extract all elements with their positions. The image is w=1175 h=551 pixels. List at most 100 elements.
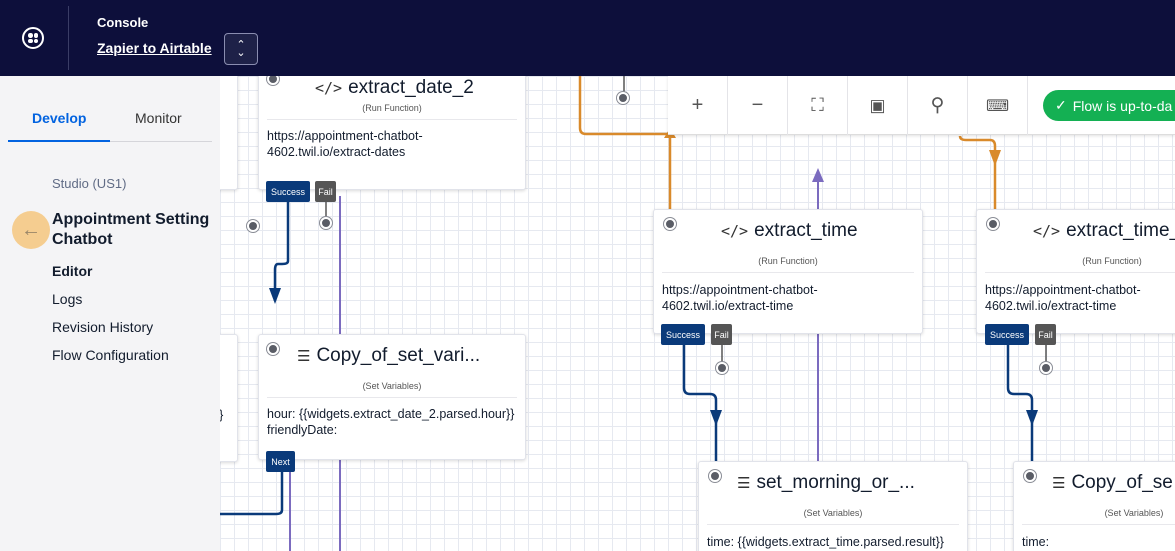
widget-title: </> extract_date_2 xyxy=(315,77,474,98)
console-label: Console xyxy=(97,15,149,30)
wire-success-time-2 xyxy=(1006,344,1034,461)
widget-partial-bottom-left[interactable]: }} xyxy=(220,334,238,462)
widget-input-dot[interactable] xyxy=(1024,470,1036,482)
flow-status-badge: ✓ Flow is up-to-da xyxy=(1043,90,1175,121)
widget-extract-time-2[interactable]: </> extract_time_ (Run Function) https://… xyxy=(976,209,1175,334)
tab-monitor[interactable]: Monitor xyxy=(135,110,182,126)
widget-input-dot[interactable] xyxy=(987,218,999,230)
set-variables-icon: ☰ xyxy=(1052,474,1066,492)
connector-dot-top[interactable] xyxy=(617,92,629,104)
widget-title: ☰ set_morning_or_... xyxy=(737,472,915,493)
code-icon: </> xyxy=(315,79,343,97)
tab-divider xyxy=(110,141,212,142)
sidebar: Develop Monitor Studio (US1) ← Appointme… xyxy=(0,76,220,551)
widget-extract-time[interactable]: </> extract_time (Run Function) https://a… xyxy=(653,209,923,334)
code-icon: </> xyxy=(721,222,749,240)
port-success[interactable]: Success xyxy=(985,324,1029,345)
bookmark-button[interactable]: ▣ xyxy=(848,76,908,135)
widget-title: ☰ Copy_of_se xyxy=(1052,472,1173,493)
sidebar-item-revision-history[interactable]: Revision History xyxy=(52,319,153,335)
widget-partial-body: }} xyxy=(220,407,223,423)
twilio-logo-icon[interactable] xyxy=(22,27,44,49)
fit-screen-button[interactable]: ⛶ xyxy=(788,76,848,135)
widget-copy-of-se[interactable]: ☰ Copy_of_se (Set Variables) time: xyxy=(1013,461,1175,551)
widget-type: (Run Function) xyxy=(1082,256,1142,266)
widget-body-line-1: time: xyxy=(1022,535,1050,549)
widget-input-dot[interactable] xyxy=(267,76,279,85)
widget-copy-of-set-variables[interactable]: ☰ Copy_of_set_vari... (Set Variables) hou… xyxy=(258,334,526,460)
widget-partial-top-left[interactable] xyxy=(220,76,238,190)
widget-title: </> extract_time_ xyxy=(1033,220,1175,241)
widget-input-dot[interactable] xyxy=(664,218,676,230)
wire-next-left xyxy=(220,471,284,516)
search-button[interactable]: ⚲ xyxy=(908,76,968,135)
wire-arrow-time-2 xyxy=(1026,410,1038,426)
widget-body-line-2: 4602.twil.io/extract-dates xyxy=(267,145,406,159)
wire-orange-right xyxy=(958,135,997,210)
port-fail[interactable]: Fail xyxy=(711,324,732,345)
bookmark-icon: ▣ xyxy=(869,95,886,115)
wire-arrow-time xyxy=(710,410,722,426)
code-icon: </> xyxy=(1033,222,1061,240)
topbar-divider xyxy=(68,6,69,70)
wire-orange-right-arrow xyxy=(989,150,1001,166)
fail-endpoint-dot[interactable] xyxy=(716,362,728,374)
account-switcher-button[interactable]: ⌃ ⌄ xyxy=(224,33,258,65)
sidebar-item-flow-configuration[interactable]: Flow Configuration xyxy=(52,347,169,363)
zoom-in-button[interactable]: + xyxy=(668,76,728,135)
widget-type: (Set Variables) xyxy=(1104,508,1164,518)
account-name-link[interactable]: Zapier to Airtable xyxy=(97,40,212,56)
widget-body-line-2: 4602.twil.io/extract-time xyxy=(985,299,1117,313)
tab-develop[interactable]: Develop xyxy=(32,110,86,126)
set-variables-icon: ☰ xyxy=(297,347,311,365)
widget-body-line-1: https://appointment-chatbot- xyxy=(985,283,1141,297)
port-success[interactable]: Success xyxy=(266,181,310,202)
widget-extract-date-2[interactable]: </> extract_date_2 (Run Function) https:/… xyxy=(258,76,526,190)
port-fail[interactable]: Fail xyxy=(1035,324,1056,345)
chevron-down-icon: ⌄ xyxy=(236,47,246,59)
widget-body-line-1: https://appointment-chatbot- xyxy=(662,283,818,297)
widget-set-morning-or[interactable]: ☰ set_morning_or_... (Set Variables) time… xyxy=(698,461,968,551)
fit-screen-icon: ⛶ xyxy=(811,95,824,115)
widget-type: (Set Variables) xyxy=(803,508,863,518)
flow-status-text: Flow is up-to-da xyxy=(1072,97,1173,114)
widget-type: (Set Variables) xyxy=(362,381,422,391)
widget-body-line-2: friendlyDate: xyxy=(267,423,338,437)
connector-dot[interactable] xyxy=(247,220,259,232)
port-fail[interactable]: Fail xyxy=(315,181,336,202)
widget-body-line-1: time: {{widgets.extract_time.parsed.resu… xyxy=(707,535,944,549)
active-tab-indicator xyxy=(8,140,110,142)
flow-canvas[interactable]: }} </>extract_date_2 (Run Function) http… xyxy=(220,76,1175,551)
widget-separator xyxy=(985,272,1175,273)
widget-title: </> extract_time xyxy=(721,220,858,241)
widget-body-line-2: 4602.twil.io/extract-time xyxy=(662,299,794,313)
widget-type: (Run Function) xyxy=(362,103,422,113)
keyboard-shortcuts-button[interactable]: ⌨ xyxy=(968,76,1028,135)
widget-input-dot[interactable] xyxy=(267,343,279,355)
sidebar-item-logs[interactable]: Logs xyxy=(52,291,82,307)
studio-region: Studio (US1) xyxy=(52,176,127,191)
sidebar-item-editor[interactable]: Editor xyxy=(52,263,92,279)
flow-title: Appointment Setting Chatbot xyxy=(52,211,210,248)
widget-title: ☰ Copy_of_set_vari... xyxy=(297,345,481,366)
widget-separator xyxy=(662,272,914,273)
fail-endpoint-dot[interactable] xyxy=(320,217,332,229)
widget-type: (Run Function) xyxy=(758,256,818,266)
port-success[interactable]: Success xyxy=(661,324,705,345)
fail-endpoint-dot[interactable] xyxy=(1040,362,1052,374)
widget-separator xyxy=(707,524,959,525)
widget-body-line-1: hour: {{widgets.extract_date_2.parsed.ho… xyxy=(267,407,515,421)
port-next[interactable]: Next xyxy=(266,451,295,472)
zoom-out-button[interactable]: − xyxy=(728,76,788,135)
widget-separator xyxy=(267,397,517,398)
widget-input-dot[interactable] xyxy=(709,470,721,482)
wire-success-time xyxy=(682,344,718,461)
wire-arrow-date xyxy=(269,288,281,304)
top-bar: Console Zapier to Airtable ⌃ ⌄ xyxy=(0,0,1175,76)
widget-body-line-1: https://appointment-chatbot- xyxy=(267,129,423,143)
keyboard-icon: ⌨ xyxy=(985,97,1010,115)
checkmark-icon: ✓ xyxy=(1055,97,1067,113)
set-variables-icon: ☰ xyxy=(737,474,751,492)
back-arrow-icon[interactable]: ← xyxy=(12,211,50,249)
widget-separator xyxy=(267,119,517,120)
